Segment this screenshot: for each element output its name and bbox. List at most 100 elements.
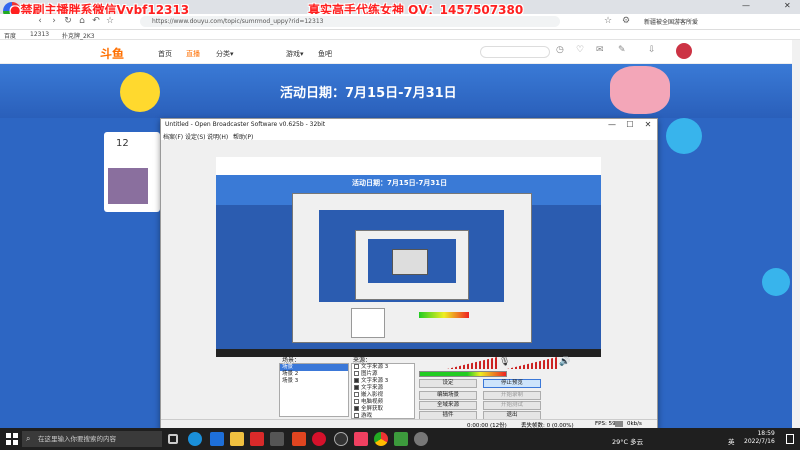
edit-scene-button[interactable]: 编辑场景 — [419, 391, 477, 400]
source-label: 嵌入影视 — [361, 392, 384, 398]
bookmark-item[interactable]: 百度 — [4, 31, 16, 40]
menu-about[interactable]: 帮助(P) — [233, 132, 253, 141]
search-icon: ⌕ — [26, 434, 31, 443]
nested-obs-1 — [292, 193, 532, 343]
nav-games[interactable]: 游戏▾ — [286, 49, 304, 59]
task-view-icon[interactable] — [168, 434, 178, 444]
history-icon[interactable]: ◷ — [556, 45, 564, 55]
clock-date: 2022/7/16 — [744, 438, 775, 445]
douyu-search-input[interactable] — [480, 46, 550, 58]
event-date: 活动日期：7月15日-7月31日 — [280, 86, 457, 101]
download-icon[interactable]: ⇩ — [648, 45, 656, 55]
source-checkbox[interactable] — [354, 413, 359, 418]
app-pink-icon[interactable] — [354, 432, 368, 446]
menu-settings[interactable]: 设定(S) — [185, 132, 206, 141]
mic-volume-bars[interactable] — [447, 357, 497, 369]
source-checkbox[interactable] — [354, 392, 359, 397]
source-item[interactable]: 电脑视频 — [352, 399, 414, 406]
app-red-icon[interactable] — [250, 432, 264, 446]
source-item[interactable]: 全屏获取 — [352, 406, 414, 413]
app-dark-icon[interactable] — [270, 432, 284, 446]
menu-help[interactable]: 说明(H) — [207, 132, 228, 141]
right-badge — [762, 268, 790, 296]
status-indicator — [615, 421, 623, 427]
source-item[interactable]: 嵌入影视 — [352, 392, 414, 399]
sources-list[interactable]: 文字来源 3 图片源 文字来源 3 文字来源 嵌入影视 电脑视频 全屏获取 游戏 — [351, 363, 415, 419]
scene-item[interactable]: 场景 3 — [280, 378, 348, 385]
nav-home[interactable]: 首页 — [158, 49, 172, 59]
source-label: 文字来源 3 — [361, 378, 389, 384]
bookmark-star-icon[interactable]: ☆ — [602, 15, 614, 27]
source-checkbox[interactable] — [354, 378, 359, 383]
home-icon[interactable]: ⌂ — [76, 15, 88, 27]
undo-icon[interactable]: ↶ — [90, 15, 102, 27]
nested-core — [392, 249, 428, 275]
menu-file[interactable]: 档案(F) — [163, 132, 183, 141]
folder-icon[interactable] — [230, 432, 244, 446]
news-text[interactable]: 新疆被全国游客所爱 — [644, 17, 698, 26]
url-field[interactable]: https://www.douyu.com/topic/sumrmod_uppy… — [140, 16, 560, 27]
nav-live[interactable]: 直播 — [186, 49, 200, 59]
obs-maximize-button[interactable]: ☐ — [621, 119, 639, 131]
global-sources-button[interactable]: 全域来源 — [419, 401, 477, 410]
windows-start-icon[interactable] — [6, 433, 18, 445]
creator-icon[interactable]: ✎ — [618, 45, 626, 55]
message-icon[interactable]: ✉ — [596, 45, 604, 55]
star-icon[interactable]: ☆ — [104, 15, 116, 27]
douyu-logo[interactable]: 斗鱼 — [100, 45, 124, 62]
notification-icon[interactable] — [786, 434, 794, 444]
window-minimize-button[interactable]: — — [742, 1, 750, 10]
bookmark-item[interactable]: 扑克牌_2K3 — [62, 31, 95, 40]
taskbar-search-input[interactable]: 在这里输入你要搜索的内容 — [22, 431, 162, 447]
speaker-icon[interactable]: 🔊 — [559, 357, 570, 367]
netease-icon[interactable] — [312, 432, 326, 446]
obs-minimize-button[interactable]: — — [603, 119, 621, 131]
scenes-list[interactable]: 场景 场景 2 场景 3 — [279, 363, 349, 417]
follow-icon[interactable]: ♡ — [576, 45, 584, 55]
mic-icon[interactable]: 🎙 — [499, 357, 510, 367]
reload-icon[interactable]: ↻ — [62, 15, 74, 27]
weather-text[interactable]: 29°C 多云 — [612, 436, 643, 446]
source-item[interactable]: 图片源 — [352, 371, 414, 378]
back-icon[interactable]: ‹ — [34, 15, 46, 27]
page-scrollbar[interactable] — [792, 40, 800, 428]
source-label: 图片源 — [361, 371, 378, 377]
extensions-icon[interactable]: ⚙ — [620, 15, 632, 27]
source-checkbox[interactable] — [354, 364, 359, 369]
nested-panel — [351, 308, 385, 338]
settings-button[interactable]: 设定 — [419, 379, 477, 388]
edge-icon[interactable] — [188, 432, 202, 446]
scene-item[interactable]: 场景 — [280, 364, 348, 371]
start-record-button[interactable]: 开始录制 — [483, 391, 541, 400]
speaker-volume-bars[interactable] — [507, 357, 557, 369]
bookmark-item[interactable]: 12313 — [30, 31, 49, 38]
preview-taskbar — [216, 349, 601, 357]
source-item[interactable]: 文字来源 3 — [352, 378, 414, 385]
clock[interactable]: 18:59 2022/7/16 — [744, 430, 775, 446]
nav-category[interactable]: 分类▾ — [216, 49, 234, 59]
obs-icon[interactable] — [334, 432, 348, 446]
source-checkbox[interactable] — [354, 371, 359, 376]
store-icon[interactable] — [210, 432, 224, 446]
app-grey-icon[interactable] — [414, 432, 428, 446]
app-orange-icon[interactable] — [292, 432, 306, 446]
source-checkbox[interactable] — [354, 385, 359, 390]
chrome-icon[interactable] — [374, 432, 388, 446]
test-stream-button[interactable]: 开始测试 — [483, 401, 541, 410]
forward-icon[interactable]: › — [48, 15, 60, 27]
window-close-button[interactable]: ✕ — [784, 1, 791, 10]
scene-item[interactable]: 场景 2 — [280, 371, 348, 378]
source-item[interactable]: 文字来源 — [352, 385, 414, 392]
avatar[interactable] — [676, 43, 692, 59]
source-item[interactable]: 文字来源 3 — [352, 364, 414, 371]
preview-event-date: 活动日期：7月15日-7月31日 — [352, 179, 448, 187]
app-green-icon[interactable] — [394, 432, 408, 446]
source-checkbox[interactable] — [354, 406, 359, 411]
stop-preview-button[interactable]: 停止预览 — [483, 379, 541, 388]
nested-meters — [419, 312, 469, 318]
nav-fishbar[interactable]: 鱼吧 — [318, 49, 332, 59]
nested-obs-2 — [355, 230, 469, 300]
obs-close-button[interactable]: ✕ — [639, 119, 657, 131]
ime-indicator[interactable]: 英 — [728, 436, 735, 446]
source-checkbox[interactable] — [354, 399, 359, 404]
